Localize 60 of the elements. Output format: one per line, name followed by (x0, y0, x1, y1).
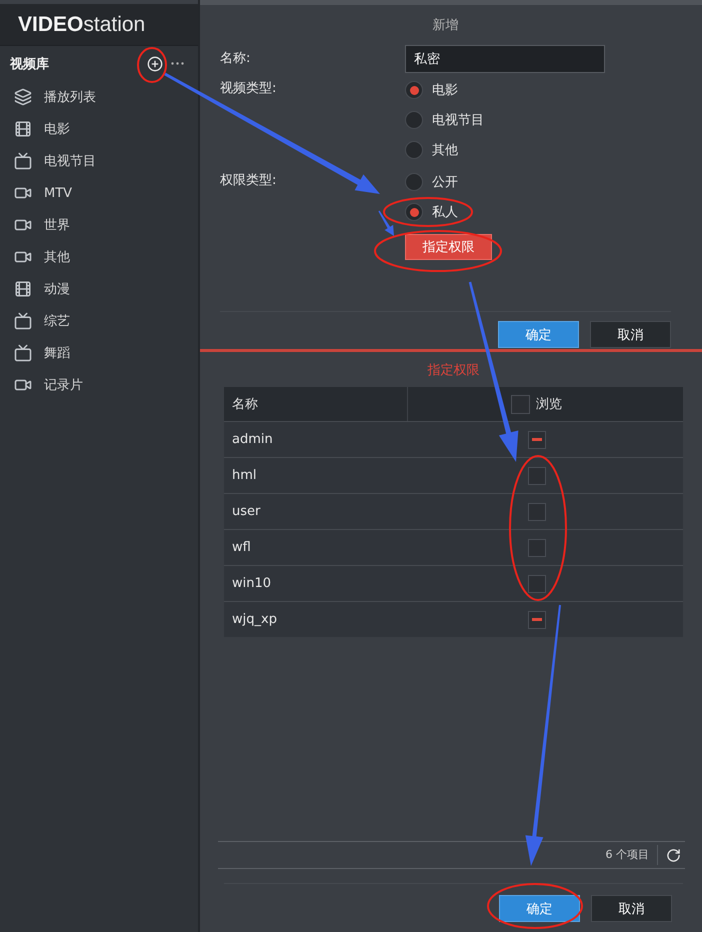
cancel-button[interactable]: 取消 (590, 321, 671, 348)
browse-checkbox[interactable] (528, 610, 546, 628)
sidebar-item[interactable]: 综艺 (0, 305, 198, 337)
tv-icon (14, 312, 32, 330)
field-label: 名称: (220, 50, 250, 68)
sidebar-item[interactable]: 记录片 (0, 369, 198, 401)
user-name: win10 (232, 576, 272, 591)
browse-checkbox[interactable] (528, 574, 546, 592)
film-icon (14, 120, 32, 138)
dialog-title: 新增 (432, 17, 458, 34)
column-header: 浏览 (536, 396, 562, 413)
stack-icon (14, 88, 32, 106)
add-icon[interactable] (147, 56, 163, 72)
tv-icon (14, 344, 32, 362)
user-name: wfl (232, 540, 251, 555)
column-header: 名称 (232, 396, 258, 413)
user-name: admin (232, 432, 273, 447)
dialog-title: 指定权限 (428, 362, 480, 378)
sidebar-item[interactable]: MTV (0, 177, 198, 209)
field-label: 视频类型: (220, 80, 276, 98)
radio-option[interactable]: 电影 (405, 75, 458, 105)
sidebar-item[interactable]: 舞蹈 (0, 337, 198, 369)
sidebar-item[interactable]: 播放列表 (0, 81, 198, 113)
user-name: user (232, 504, 260, 519)
radio-button[interactable] (405, 141, 423, 159)
confirm-button[interactable]: 确定 (498, 321, 579, 348)
sidebar-item[interactable]: 其他 (0, 241, 198, 273)
radio-option[interactable]: 电视节目 (405, 105, 484, 135)
radio-option[interactable]: 公开 (405, 167, 458, 197)
section-title: 视频库 (10, 56, 50, 72)
pointer-arrow (378, 210, 394, 236)
sidebar-item[interactable]: 电影 (0, 113, 198, 145)
radio-button[interactable] (405, 111, 423, 129)
item-count: 6 个项目 (606, 845, 658, 865)
browse-checkbox[interactable] (528, 502, 546, 520)
user-name: wjq_xp (232, 612, 277, 627)
radio-option[interactable]: 其他 (405, 135, 458, 165)
sidebar-item[interactable]: 动漫 (0, 273, 198, 305)
sidebar-item[interactable]: 世界 (0, 209, 198, 241)
browse-checkbox[interactable] (528, 538, 546, 556)
radio-button[interactable] (405, 173, 423, 191)
app-logo: VIDEOstation (18, 12, 146, 36)
name-input[interactable]: 私密 (405, 45, 605, 73)
refresh-icon[interactable] (666, 848, 681, 862)
tv-icon (14, 152, 32, 170)
sidebar-item[interactable]: 电视节目 (0, 145, 198, 177)
radio-button[interactable] (405, 203, 423, 221)
radio-button[interactable] (405, 81, 423, 99)
highlight-ellipse (137, 47, 167, 83)
film-icon (14, 280, 32, 298)
browse-checkbox[interactable] (528, 430, 546, 448)
browse-checkbox[interactable] (528, 466, 546, 484)
more-icon[interactable] (171, 62, 184, 65)
radio-option[interactable]: 私人 (405, 197, 458, 227)
assign-permission-button[interactable]: 指定权限 (405, 234, 492, 260)
cancel-button[interactable]: 取消 (591, 895, 672, 922)
user-name: hml (232, 468, 257, 483)
select-all-checkbox[interactable] (511, 394, 530, 414)
field-label: 权限类型: (220, 172, 276, 190)
confirm-button[interactable]: 确定 (499, 895, 580, 922)
